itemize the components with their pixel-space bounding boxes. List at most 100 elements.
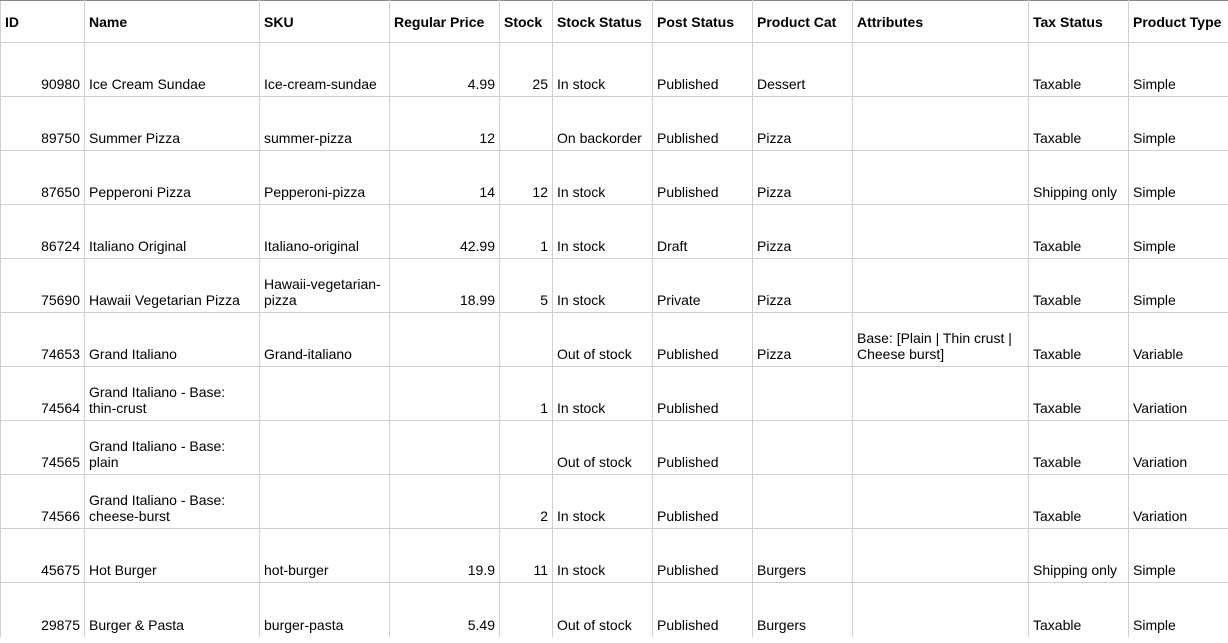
cell-tax: Taxable — [1029, 43, 1129, 97]
cell-poststatus: Published — [653, 421, 753, 475]
cell-sku: Ice-cream-sundae — [260, 43, 390, 97]
cell-price: 18.99 — [390, 259, 500, 313]
cell-attr — [853, 529, 1029, 583]
header-stock: Stock — [500, 1, 553, 43]
cell-sku — [260, 421, 390, 475]
cell-sku — [260, 367, 390, 421]
cell-attr — [853, 367, 1029, 421]
cell-name: Italiano Original — [85, 205, 260, 259]
cell-name: Pepperoni Pizza — [85, 151, 260, 205]
cell-tax: Taxable — [1029, 205, 1129, 259]
cell-cat: Pizza — [753, 97, 853, 151]
cell-poststatus: Published — [653, 97, 753, 151]
products-table: ID Name SKU Regular Price Stock Stock St… — [0, 0, 1228, 637]
header-tax: Tax Status — [1029, 1, 1129, 43]
cell-name: Hot Burger — [85, 529, 260, 583]
header-attr: Attributes — [853, 1, 1029, 43]
header-cat: Product Cat — [753, 1, 853, 43]
cell-stockstatus: Out of stock — [553, 421, 653, 475]
cell-cat: Pizza — [753, 313, 853, 367]
cell-name: Grand Italiano — [85, 313, 260, 367]
header-sku: SKU — [260, 1, 390, 43]
cell-cat: Dessert — [753, 43, 853, 97]
header-row: ID Name SKU Regular Price Stock Stock St… — [1, 1, 1228, 43]
cell-type: Variation — [1129, 475, 1228, 529]
cell-id: 74653 — [1, 313, 85, 367]
cell-attr — [853, 205, 1029, 259]
cell-tax: Taxable — [1029, 97, 1129, 151]
cell-attr — [853, 97, 1029, 151]
cell-stockstatus: In stock — [553, 259, 653, 313]
cell-id: 87650 — [1, 151, 85, 205]
cell-stock — [500, 313, 553, 367]
cell-stock: 2 — [500, 475, 553, 529]
cell-poststatus: Published — [653, 43, 753, 97]
cell-price: 14 — [390, 151, 500, 205]
cell-stock: 5 — [500, 259, 553, 313]
cell-cat: Pizza — [753, 205, 853, 259]
cell-stockstatus: In stock — [553, 151, 653, 205]
header-poststatus: Post Status — [653, 1, 753, 43]
cell-sku — [260, 475, 390, 529]
header-name: Name — [85, 1, 260, 43]
cell-id: 86724 — [1, 205, 85, 259]
table-row: 74565Grand Italiano - Base: plainOut of … — [1, 421, 1228, 475]
table-row: 74653Grand ItalianoGrand-italiano Out of … — [1, 313, 1228, 367]
cell-stock: 12 — [500, 151, 553, 205]
cell-poststatus: Draft — [653, 205, 753, 259]
cell-type: Simple — [1129, 97, 1228, 151]
cell-tax: Taxable — [1029, 421, 1129, 475]
cell-poststatus: Published — [653, 475, 753, 529]
cell-cat: Burgers — [753, 529, 853, 583]
cell-stock — [500, 421, 553, 475]
table-row: 89750Summer Pizzasummer-pizza12On backor… — [1, 97, 1228, 151]
header-id: ID — [1, 1, 85, 43]
cell-cat: Burgers — [753, 583, 853, 637]
cell-stockstatus: Out of stock — [553, 313, 653, 367]
cell-stockstatus: In stock — [553, 529, 653, 583]
cell-stock: 1 — [500, 205, 553, 259]
cell-cat — [753, 475, 853, 529]
cell-type: Variable — [1129, 313, 1228, 367]
cell-tax: Taxable — [1029, 583, 1129, 637]
cell-sku: Grand-italiano — [260, 313, 390, 367]
cell-stockstatus: In stock — [553, 367, 653, 421]
cell-type: Variation — [1129, 421, 1228, 475]
cell-id: 74566 — [1, 475, 85, 529]
cell-tax: Taxable — [1029, 367, 1129, 421]
cell-sku: Italiano-original — [260, 205, 390, 259]
cell-attr: Base: [Plain | Thin crust | Cheese burst… — [853, 313, 1029, 367]
cell-stock — [500, 97, 553, 151]
cell-stock — [500, 583, 553, 637]
table-row: 75690Hawaii Vegetarian PizzaHawaii-veget… — [1, 259, 1228, 313]
cell-stockstatus: In stock — [553, 43, 653, 97]
table-row: 29875Burger & Pastaburger-pasta5.49Out o… — [1, 583, 1228, 637]
cell-id: 89750 — [1, 97, 85, 151]
cell-stock: 1 — [500, 367, 553, 421]
table-row: 74566Grand Italiano - Base: cheese-burst… — [1, 475, 1228, 529]
cell-cat — [753, 421, 853, 475]
table-row: 90980Ice Cream SundaeIce-cream-sundae4.9… — [1, 43, 1228, 97]
cell-attr — [853, 151, 1029, 205]
cell-name: Grand Italiano - Base: cheese-burst — [85, 475, 260, 529]
cell-id: 45675 — [1, 529, 85, 583]
cell-poststatus: Published — [653, 313, 753, 367]
cell-attr — [853, 583, 1029, 637]
cell-tax: Taxable — [1029, 475, 1129, 529]
cell-type: Simple — [1129, 529, 1228, 583]
cell-stock: 11 — [500, 529, 553, 583]
cell-poststatus: Private — [653, 259, 753, 313]
cell-sku: Hawaii-vegetarian-pizza — [260, 259, 390, 313]
table-row: 45675Hot Burgerhot-burger19.911In stockP… — [1, 529, 1228, 583]
cell-id: 74565 — [1, 421, 85, 475]
cell-cat: Pizza — [753, 151, 853, 205]
cell-stockstatus: In stock — [553, 475, 653, 529]
cell-type: Variation — [1129, 367, 1228, 421]
cell-stockstatus: Out of stock — [553, 583, 653, 637]
cell-price — [390, 475, 500, 529]
table-header: ID Name SKU Regular Price Stock Stock St… — [1, 1, 1228, 43]
cell-type: Simple — [1129, 151, 1228, 205]
cell-stock: 25 — [500, 43, 553, 97]
cell-id: 75690 — [1, 259, 85, 313]
cell-poststatus: Published — [653, 151, 753, 205]
